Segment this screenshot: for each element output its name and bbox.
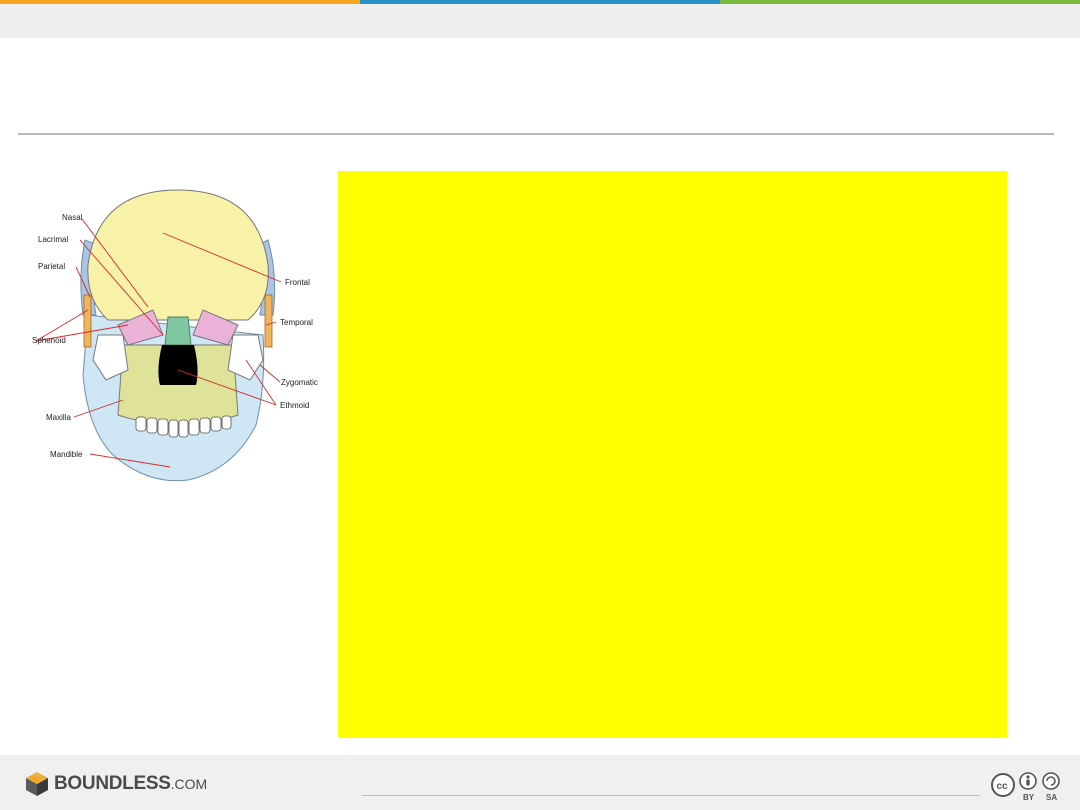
sphenoid-label: Sphenoid xyxy=(32,336,66,345)
ethmoid-label: Ethmoid xyxy=(280,401,309,410)
cc-by-sa-license[interactable]: cc BY SA xyxy=(990,771,1064,803)
brand-suffix: .COM xyxy=(170,776,208,792)
nasal-label: Nasal xyxy=(62,213,83,222)
title-divider xyxy=(18,133,1054,135)
parietal-label: Parietal xyxy=(38,262,65,271)
frontal-label: Frontal xyxy=(285,278,310,287)
footer-divider xyxy=(362,795,980,796)
boundless-logo[interactable]: BOUNDLESS .COM xyxy=(24,770,207,798)
highlight-panel xyxy=(338,171,1007,738)
temporal-label: Temporal xyxy=(280,318,313,327)
by-person-icon xyxy=(1026,775,1030,786)
sa-label: SA xyxy=(1046,793,1057,802)
lacrimal-label: Lacrimal xyxy=(38,235,68,244)
mandible-label: Mandible xyxy=(50,450,83,459)
by-label: BY xyxy=(1023,793,1035,802)
cc-icon: cc xyxy=(997,781,1009,792)
sphenoid-bone-right xyxy=(264,294,273,348)
cube-logo-icon xyxy=(26,772,48,796)
top-bar xyxy=(0,0,1080,38)
nasal-bone xyxy=(164,316,192,346)
accent-stripe-blue xyxy=(360,0,720,4)
sphenoid-bone-left xyxy=(83,294,92,348)
ethmoid-cavity xyxy=(158,345,198,385)
brand-name: BOUNDLESS xyxy=(54,773,171,794)
accent-stripe-green xyxy=(720,0,1080,4)
accent-stripe-orange xyxy=(0,0,360,4)
skull-diagram: Nasal Lacrimal Parietal Sphenoid Maxilla… xyxy=(28,185,328,490)
maxilla-label: Maxilla xyxy=(46,413,71,422)
zygomatic-label: Zygomatic xyxy=(281,378,318,387)
frontal-bone xyxy=(87,189,269,321)
